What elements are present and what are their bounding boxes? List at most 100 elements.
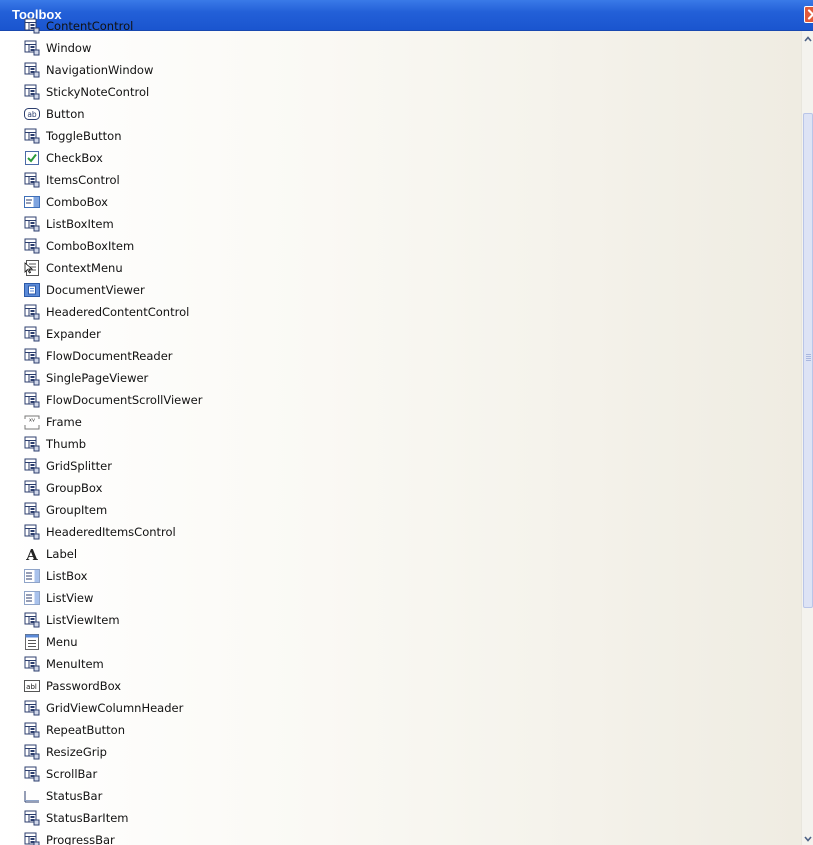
generic-control-icon bbox=[24, 524, 40, 540]
generic-control-icon bbox=[24, 502, 40, 518]
toolbox-item[interactable]: abl PasswordBox bbox=[0, 675, 801, 697]
generic-control-icon bbox=[24, 84, 40, 100]
toolbox-item[interactable]: StatusBarItem bbox=[0, 807, 801, 829]
generic-control-icon bbox=[24, 722, 40, 738]
toolbox-item[interactable]: ComboBox bbox=[0, 191, 801, 213]
toolbox-item[interactable]: Thumb bbox=[0, 433, 801, 455]
toolbox-item[interactable]: ItemsControl bbox=[0, 169, 801, 191]
generic-control-icon bbox=[24, 40, 40, 56]
svg-text:xv: xv bbox=[29, 418, 35, 424]
toolbox-item[interactable]: GridViewColumnHeader bbox=[0, 697, 801, 719]
toolbox-item[interactable]: SinglePageViewer bbox=[0, 367, 801, 389]
close-button[interactable] bbox=[804, 6, 813, 23]
toolbox-item-label: GroupBox bbox=[46, 481, 103, 495]
toolbox-item[interactable]: HeaderedContentControl bbox=[0, 301, 801, 323]
toolbox-item[interactable]: Window bbox=[0, 37, 801, 59]
toolbox-item[interactable]: xv Frame bbox=[0, 411, 801, 433]
scroll-up-button[interactable] bbox=[802, 31, 813, 45]
toolbox-item[interactable]: GroupItem bbox=[0, 499, 801, 521]
scrollbar-grip bbox=[806, 354, 811, 362]
toolbox-item-label: ContentControl bbox=[46, 19, 134, 33]
toolbox-item-label: ItemsControl bbox=[46, 173, 120, 187]
svg-text:ab: ab bbox=[27, 110, 37, 119]
toolbox-item-label: SinglePageViewer bbox=[46, 371, 149, 385]
close-icon bbox=[807, 9, 813, 20]
toolbox-item[interactable]: RepeatButton bbox=[0, 719, 801, 741]
generic-control-icon bbox=[24, 128, 40, 144]
toolbox-item-label: GroupItem bbox=[46, 503, 108, 517]
toolbox-item[interactable]: ListView bbox=[0, 587, 801, 609]
checkbox-icon bbox=[24, 150, 40, 166]
statusbar-icon bbox=[24, 788, 40, 804]
toolbox-item[interactable]: ContentControl bbox=[0, 15, 801, 37]
toolbox-item[interactable]: ListBoxItem bbox=[0, 213, 801, 235]
toolbox-item[interactable]: FlowDocumentScrollViewer bbox=[0, 389, 801, 411]
toolbox-item-label: MenuItem bbox=[46, 657, 104, 671]
toolbox-item[interactable]: CheckBox bbox=[0, 147, 801, 169]
toolbox-item[interactable]: ContextMenu bbox=[0, 257, 801, 279]
document-viewer-icon bbox=[24, 282, 40, 298]
toolbox-item[interactable]: Expander bbox=[0, 323, 801, 345]
toolbox-item-label: StickyNoteControl bbox=[46, 85, 150, 99]
generic-control-icon bbox=[24, 458, 40, 474]
generic-control-icon bbox=[24, 480, 40, 496]
generic-control-icon bbox=[24, 348, 40, 364]
password-box-icon: abl bbox=[24, 678, 40, 694]
listbox-icon bbox=[24, 568, 40, 584]
generic-control-icon bbox=[24, 612, 40, 628]
toolbox-item-label: Window bbox=[46, 41, 92, 55]
scrollbar-thumb[interactable] bbox=[803, 113, 813, 608]
toolbox-item[interactable]: ScrollBar bbox=[0, 763, 801, 785]
generic-control-icon bbox=[24, 326, 40, 342]
toolbox-item-label: CheckBox bbox=[46, 151, 103, 165]
generic-control-icon bbox=[24, 62, 40, 78]
toolbox-item[interactable]: ab Button bbox=[0, 103, 801, 125]
toolbox-item-label: Label bbox=[46, 547, 78, 561]
context-menu-icon bbox=[24, 260, 40, 276]
toolbox-item-label: FlowDocumentScrollViewer bbox=[46, 393, 203, 407]
generic-control-icon bbox=[24, 436, 40, 452]
toolbox-item[interactable]: NavigationWindow bbox=[0, 59, 801, 81]
toolbox-item[interactable]: StickyNoteControl bbox=[0, 81, 801, 103]
toolbox-item-label: ComboBox bbox=[46, 195, 108, 209]
scroll-down-button[interactable] bbox=[802, 831, 813, 845]
toolbox-item[interactable]: StatusBar bbox=[0, 785, 801, 807]
toolbox-item[interactable]: ProgressBar bbox=[0, 829, 801, 845]
toolbox-item[interactable]: GridSplitter bbox=[0, 455, 801, 477]
generic-control-icon bbox=[24, 18, 40, 34]
generic-control-icon bbox=[24, 700, 40, 716]
chevron-down-icon bbox=[804, 836, 812, 842]
toolbox-item-label: Menu bbox=[46, 635, 78, 649]
toolbox-item-label: Frame bbox=[46, 415, 82, 429]
toolbox-item-label: GridSplitter bbox=[46, 459, 112, 473]
toolbox-item-label: ToggleButton bbox=[46, 129, 122, 143]
toolbox-item-label: StatusBarItem bbox=[46, 811, 129, 825]
toolbox-item[interactable]: HeaderedItemsControl bbox=[0, 521, 801, 543]
toolbox-item-list: ContentControl Window NavigationWindow Stic… bbox=[0, 15, 801, 845]
toolbox-item-label: ProgressBar bbox=[46, 833, 115, 845]
toolbox-item[interactable]: FlowDocumentReader bbox=[0, 345, 801, 367]
toolbox-item-label: Thumb bbox=[46, 437, 87, 451]
toolbox-item-label: StatusBar bbox=[46, 789, 103, 803]
toolbox-item[interactable]: ToggleButton bbox=[0, 125, 801, 147]
toolbox-item[interactable]: ListBox bbox=[0, 565, 801, 587]
toolbox-item[interactable]: ComboBoxItem bbox=[0, 235, 801, 257]
toolbox-item-label: DocumentViewer bbox=[46, 283, 145, 297]
toolbox-item[interactable]: MenuItem bbox=[0, 653, 801, 675]
generic-control-icon bbox=[24, 370, 40, 386]
toolbox-item[interactable]: GroupBox bbox=[0, 477, 801, 499]
toolbox-item[interactable]: Menu bbox=[0, 631, 801, 653]
toolbox-item[interactable]: ResizeGrip bbox=[0, 741, 801, 763]
button-icon: ab bbox=[24, 106, 40, 122]
generic-control-icon bbox=[24, 238, 40, 254]
vertical-scrollbar[interactable] bbox=[801, 31, 813, 845]
chevron-up-icon bbox=[804, 36, 812, 42]
toolbox-item-label: HeaderedItemsControl bbox=[46, 525, 176, 539]
toolbox-item[interactable]: ListViewItem bbox=[0, 609, 801, 631]
combobox-icon bbox=[24, 194, 40, 210]
toolbox-item-label: ListBoxItem bbox=[46, 217, 114, 231]
label-icon: A bbox=[24, 546, 40, 564]
toolbox-item[interactable]: DocumentViewer bbox=[0, 279, 801, 301]
listbox-icon bbox=[24, 590, 40, 606]
toolbox-item[interactable]: A Label bbox=[0, 543, 801, 565]
